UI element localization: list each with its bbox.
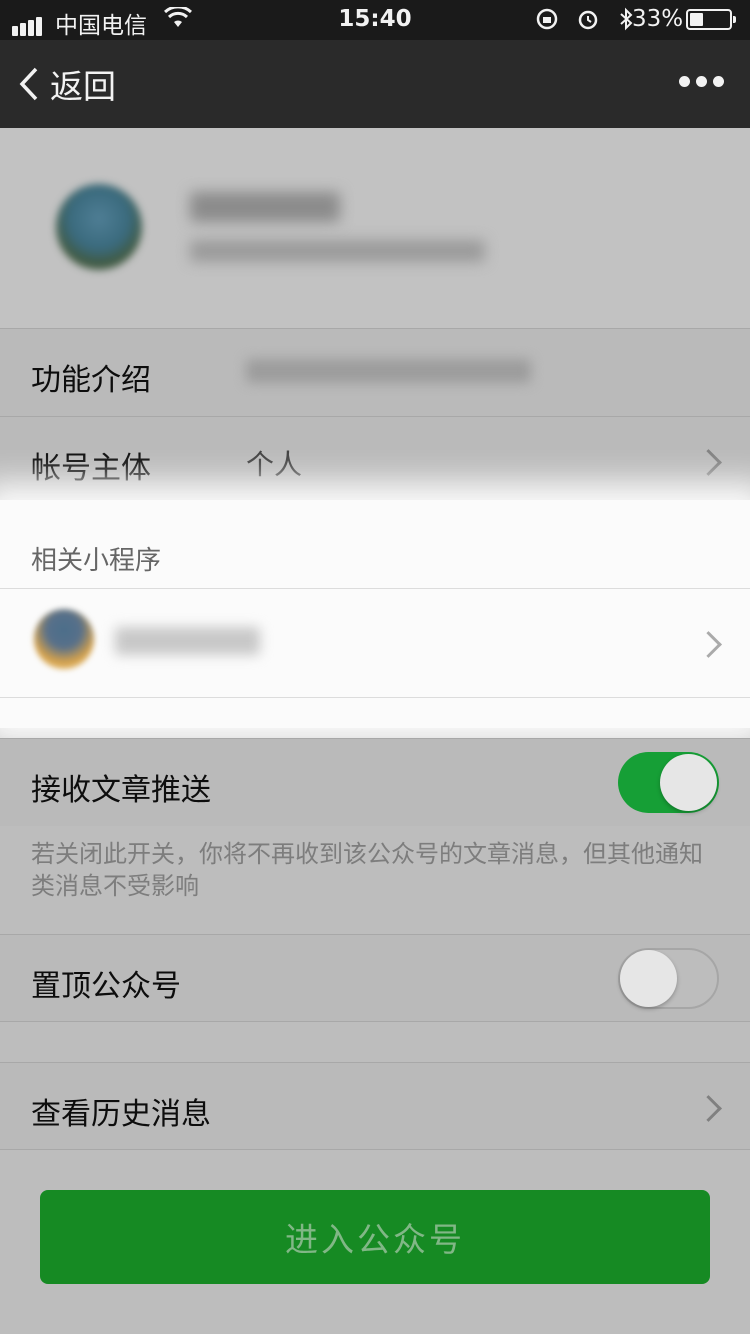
avatar bbox=[56, 184, 142, 270]
alarm-icon bbox=[579, 10, 598, 30]
status-bar: 中国电信 15:40 33% bbox=[0, 0, 750, 40]
history-label: 查看历史消息 bbox=[31, 1097, 211, 1132]
chevron-left-icon bbox=[19, 67, 38, 101]
related-miniprogram-section: 相关小程序 bbox=[0, 500, 750, 728]
account-id-blurred bbox=[190, 240, 485, 262]
account-subject-row[interactable]: 帐号主体 个人 bbox=[0, 416, 750, 504]
more-icon[interactable] bbox=[679, 76, 724, 87]
account-name-blurred bbox=[190, 192, 340, 222]
receive-articles-toggle[interactable] bbox=[618, 752, 719, 813]
back-button[interactable]: 返回 bbox=[18, 62, 116, 106]
account-subject-label: 帐号主体 bbox=[31, 451, 151, 486]
intro-row: 功能介绍 bbox=[0, 328, 750, 416]
toggle-knob bbox=[620, 950, 677, 1007]
nav-bar: 返回 bbox=[0, 40, 750, 128]
chevron-right-icon bbox=[695, 631, 722, 658]
receive-articles-hint: 若关闭此开关，你将不再收到该公众号的文章消息，但其他通知类消息不受影响 bbox=[31, 840, 703, 900]
account-subject-value: 个人 bbox=[246, 448, 303, 481]
back-label: 返回 bbox=[50, 67, 116, 106]
intro-value-blurred bbox=[246, 359, 531, 383]
miniprogram-icon bbox=[34, 609, 94, 669]
account-header bbox=[0, 128, 750, 328]
pin-account-row: 置顶公众号 bbox=[0, 934, 750, 1022]
enter-account-button[interactable]: 进入公众号 bbox=[40, 1190, 710, 1284]
status-icons bbox=[535, 7, 634, 37]
miniprogram-item[interactable] bbox=[0, 589, 750, 697]
related-miniprogram-title: 相关小程序 bbox=[31, 546, 162, 576]
pin-account-label: 置顶公众号 bbox=[31, 969, 181, 1004]
toggle-knob bbox=[660, 754, 717, 811]
divider bbox=[0, 1021, 750, 1022]
receive-articles-label: 接收文章推送 bbox=[31, 773, 211, 808]
intro-label: 功能介绍 bbox=[31, 363, 151, 398]
battery-percent: 33% bbox=[632, 6, 684, 32]
page-title bbox=[265, 66, 485, 102]
pin-account-toggle[interactable] bbox=[618, 948, 719, 1009]
history-row[interactable]: 查看历史消息 bbox=[0, 1062, 750, 1150]
receive-articles-row: 接收文章推送 bbox=[0, 738, 750, 826]
divider bbox=[0, 697, 750, 698]
rotation-lock-icon bbox=[536, 8, 558, 30]
chevron-right-icon bbox=[695, 1095, 722, 1122]
battery-icon bbox=[686, 9, 736, 30]
chevron-right-icon bbox=[695, 449, 722, 476]
miniprogram-name-blurred bbox=[115, 627, 260, 655]
